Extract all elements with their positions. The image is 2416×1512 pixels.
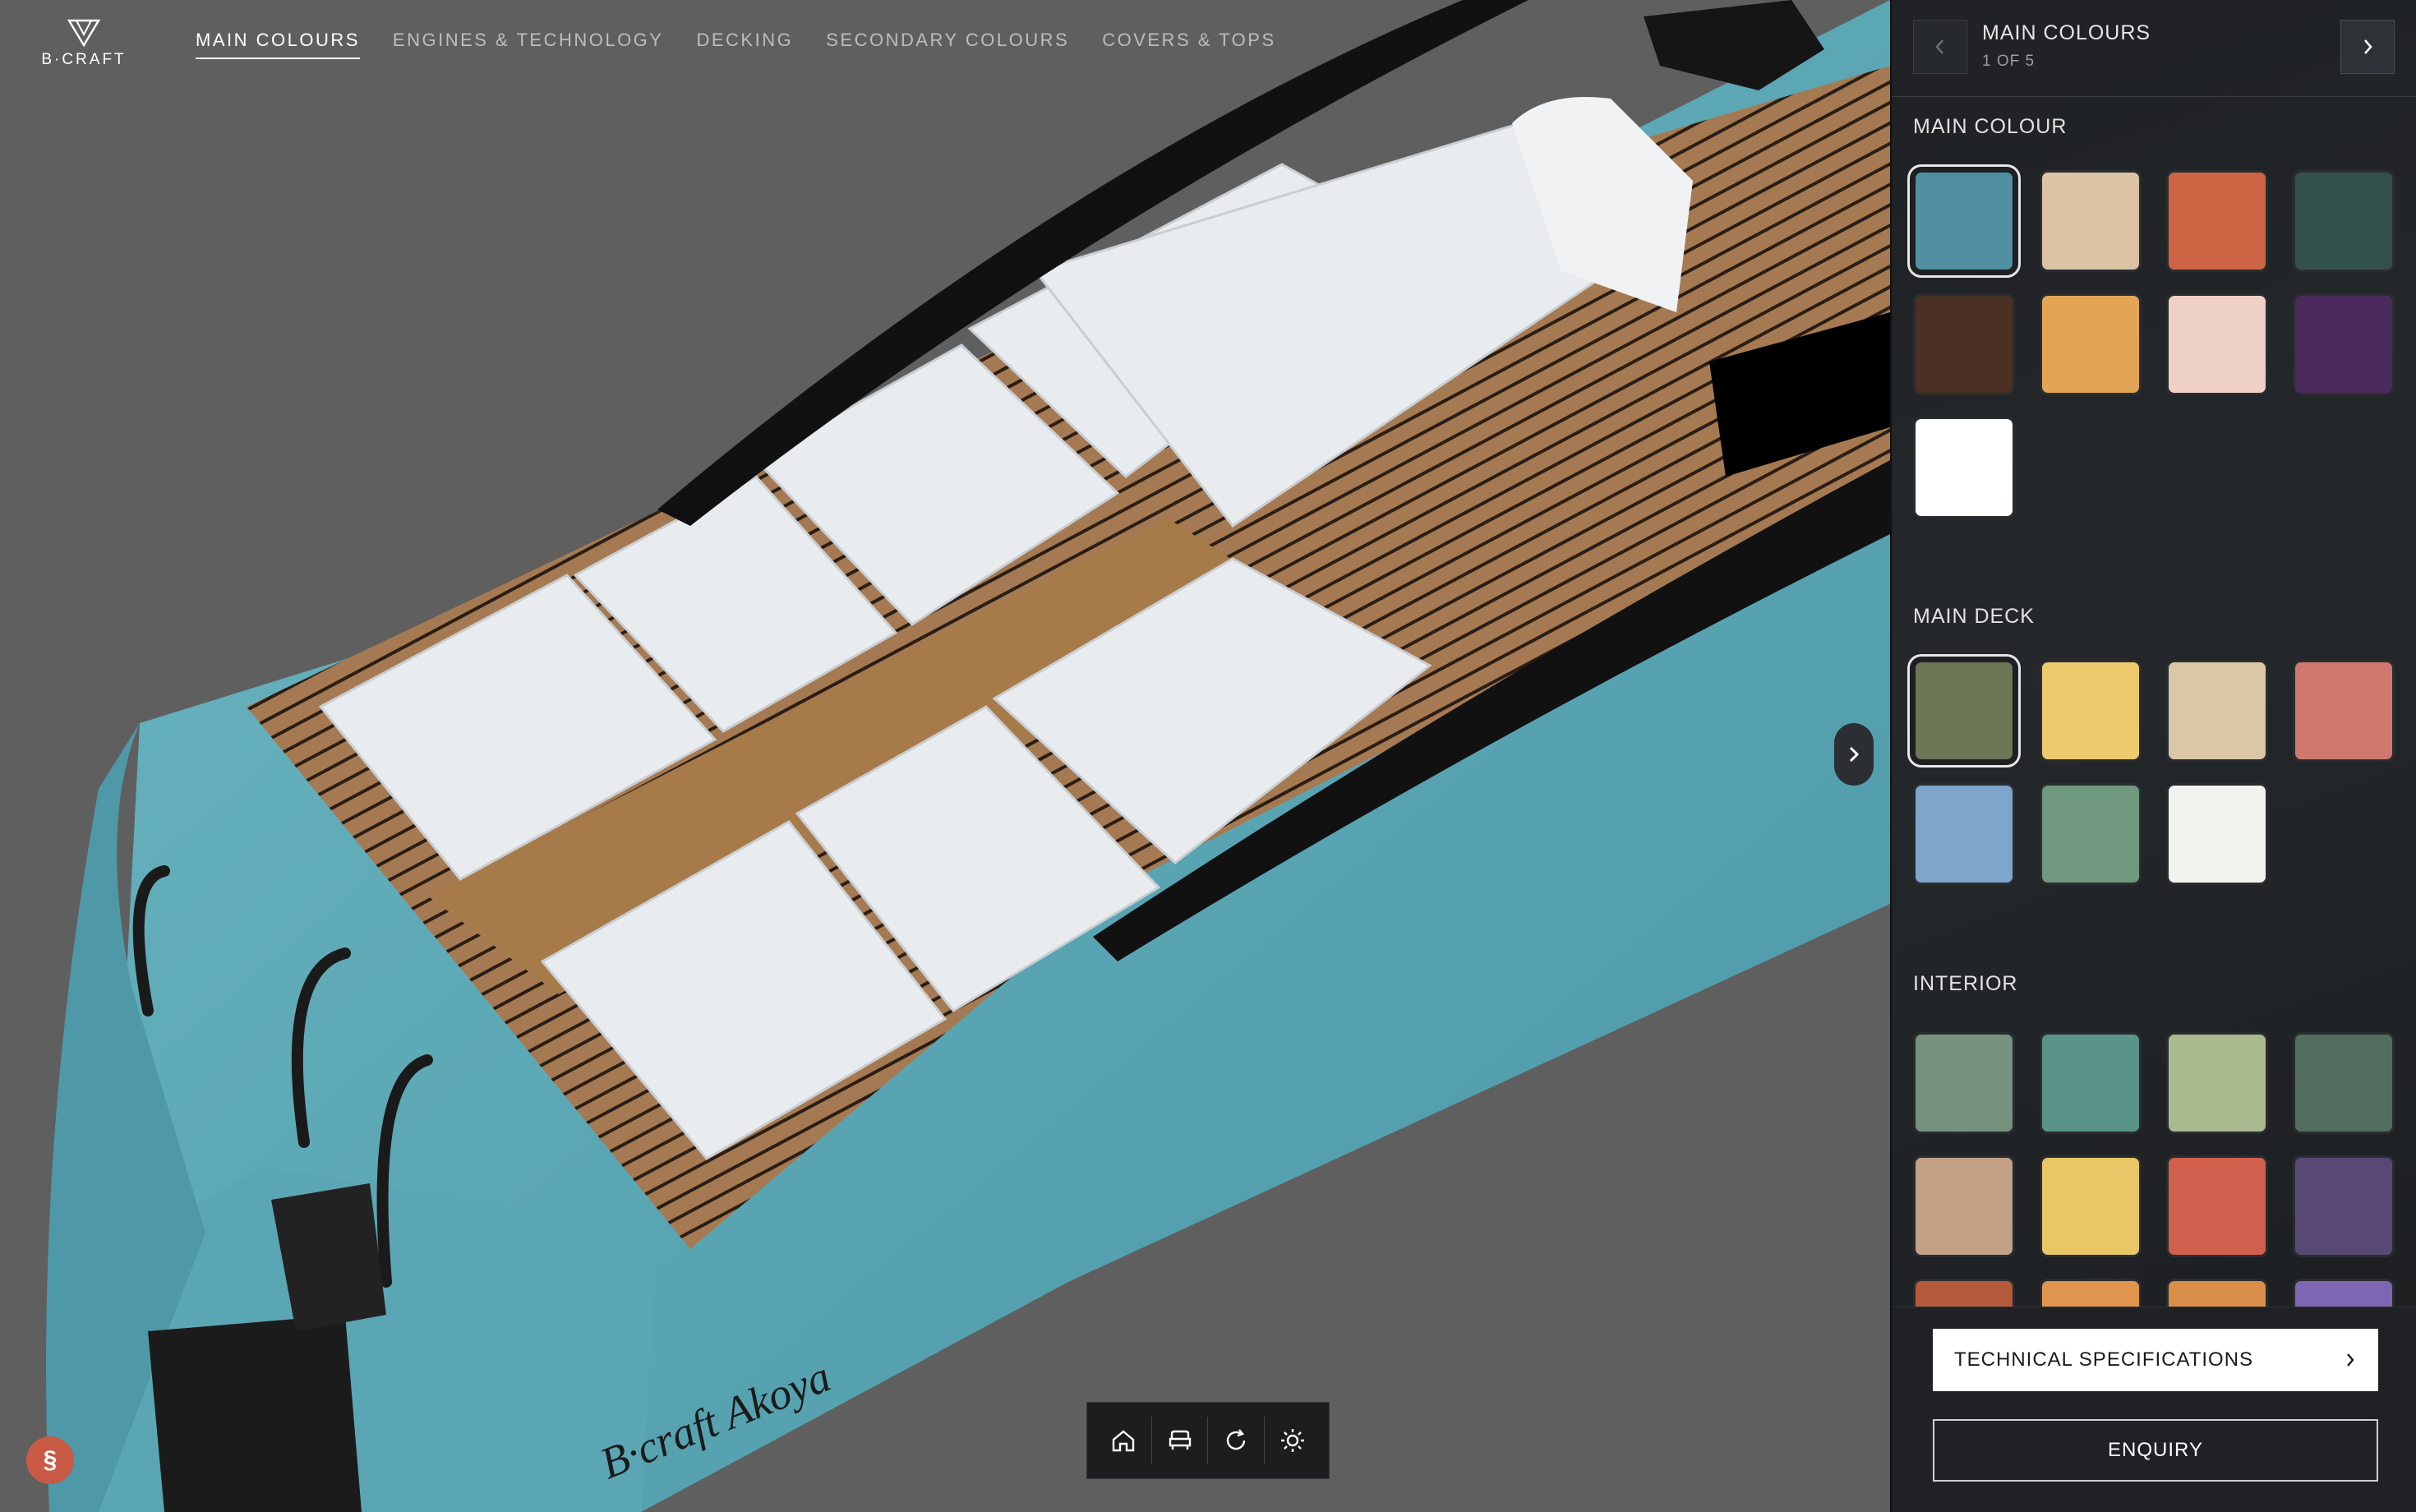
main-deck-swatch[interactable]: [1913, 660, 2015, 762]
main-deck-swatch[interactable]: [2166, 660, 2268, 762]
main-deck-swatch[interactable]: [1913, 783, 2015, 885]
interior-section: INTERIOR: [1913, 972, 2406, 1027]
interior-view-button[interactable]: [1159, 1419, 1201, 1462]
chevron-right-icon: [2364, 39, 2372, 54]
interior-swatch[interactable]: [2040, 1155, 2142, 1257]
interior-swatches: [1913, 1032, 2406, 1307]
main-colour-swatch[interactable]: [2166, 293, 2268, 395]
interior-swatch[interactable]: [2166, 1279, 2268, 1307]
interior-swatch[interactable]: [2293, 1155, 2395, 1257]
enquiry-label: ENQUIRY: [2108, 1439, 2203, 1461]
next-step-button[interactable]: [2340, 20, 2395, 74]
logo-text: B·CRAFT: [41, 51, 127, 68]
technical-specifications-label: TECHNICAL SPECIFICATIONS: [1954, 1348, 2254, 1371]
main-colour-swatch[interactable]: [1913, 293, 2015, 395]
expand-panel-button[interactable]: [1834, 723, 1874, 786]
toolbar-divider: [1207, 1417, 1209, 1464]
main-deck-swatches: [1913, 660, 2406, 885]
main-colour-swatch[interactable]: [2040, 170, 2142, 272]
main-colour-swatch[interactable]: [2040, 293, 2142, 395]
interior-swatch[interactable]: [1913, 1155, 2015, 1257]
b-craft-logo[interactable]: B·CRAFT: [38, 18, 130, 69]
view-toolbar: [1086, 1402, 1330, 1479]
panel-header: MAIN COLOURS 1 OF 5: [1892, 0, 2416, 97]
main-deck-swatch[interactable]: [2040, 783, 2142, 885]
main-colour-swatch[interactable]: [2166, 170, 2268, 272]
interior-swatch[interactable]: [2040, 1032, 2142, 1134]
interior-swatch[interactable]: [1913, 1279, 2015, 1307]
configurator-tabs: MAIN COLOURS ENGINES & TECHNOLOGY DECKIN…: [196, 30, 1276, 59]
tab-engines-technology[interactable]: ENGINES & TECHNOLOGY: [393, 30, 664, 59]
enquiry-button[interactable]: ENQUIRY: [1933, 1419, 2378, 1482]
main-deck-section: MAIN DECK: [1913, 605, 2406, 885]
chevron-left-icon: [1935, 39, 1943, 54]
main-colour-swatch[interactable]: [1913, 170, 2015, 272]
main-colour-section: MAIN COLOUR: [1913, 115, 2406, 519]
interior-swatch[interactable]: [2293, 1279, 2395, 1307]
chevron-right-icon: [2347, 1353, 2354, 1367]
configurator-panel: MAIN COLOURS 1 OF 5 MAIN COLOUR MAIN DEC…: [1890, 0, 2416, 1512]
home-icon: [1112, 1430, 1135, 1452]
interior-swatch[interactable]: [2166, 1155, 2268, 1257]
light-mode-icon: [1280, 1429, 1304, 1452]
tab-secondary-colours[interactable]: SECONDARY COLOURS: [826, 30, 1069, 59]
main-colour-swatch[interactable]: [1913, 417, 2015, 519]
rotate-view-button[interactable]: [1215, 1419, 1257, 1462]
technical-specifications-button[interactable]: TECHNICAL SPECIFICATIONS: [1933, 1329, 2378, 1391]
top-navigation: B·CRAFT MAIN COLOURS ENGINES & TECHNOLOG…: [0, 0, 1890, 82]
lighting-button[interactable]: [1271, 1419, 1314, 1462]
section-title: MAIN DECK: [1913, 605, 2035, 628]
interior-swatch[interactable]: [2166, 1032, 2268, 1134]
panel-footer: TECHNICAL SPECIFICATIONS ENQUIRY: [1892, 1307, 2416, 1512]
chevron-right-icon: [1849, 746, 1860, 763]
main-colour-swatch[interactable]: [2293, 170, 2395, 272]
main-deck-swatch[interactable]: [2166, 783, 2268, 885]
home-view-button[interactable]: [1102, 1419, 1145, 1462]
main-colour-swatch[interactable]: [2293, 293, 2395, 395]
interior-swatch[interactable]: [1913, 1032, 2015, 1134]
seat-icon: [1169, 1430, 1191, 1450]
boat-3d-viewport[interactable]: B·craft Akoya B·CRAFT MAIN COLOURS ENGIN…: [0, 0, 1890, 1512]
previous-step-button[interactable]: [1913, 20, 1967, 74]
boat-render[interactable]: B·craft Akoya: [0, 0, 1890, 1512]
interior-swatch[interactable]: [2293, 1032, 2395, 1134]
interior-scroll-area[interactable]: [1913, 1032, 2406, 1307]
main-colour-swatches: [1913, 170, 2406, 519]
main-deck-swatch[interactable]: [2293, 660, 2395, 762]
chat-widget-button[interactable]: §: [26, 1436, 74, 1484]
toolbar-divider: [1150, 1417, 1152, 1464]
section-title: INTERIOR: [1913, 972, 2018, 995]
reset-view-icon: [1227, 1429, 1246, 1450]
panel-title: MAIN COLOURS: [1982, 21, 2151, 44]
chat-widget-icon: §: [43, 1446, 58, 1473]
section-title: MAIN COLOUR: [1913, 115, 2068, 138]
step-indicator: 1 OF 5: [1982, 53, 2036, 70]
main-deck-swatch[interactable]: [2040, 660, 2142, 762]
toolbar-divider: [1264, 1417, 1266, 1464]
tab-decking[interactable]: DECKING: [696, 30, 793, 59]
b-craft-logo-icon: [67, 19, 100, 48]
tab-covers-tops[interactable]: COVERS & TOPS: [1102, 30, 1275, 59]
interior-swatch[interactable]: [2040, 1279, 2142, 1307]
tab-main-colours[interactable]: MAIN COLOURS: [196, 30, 360, 59]
